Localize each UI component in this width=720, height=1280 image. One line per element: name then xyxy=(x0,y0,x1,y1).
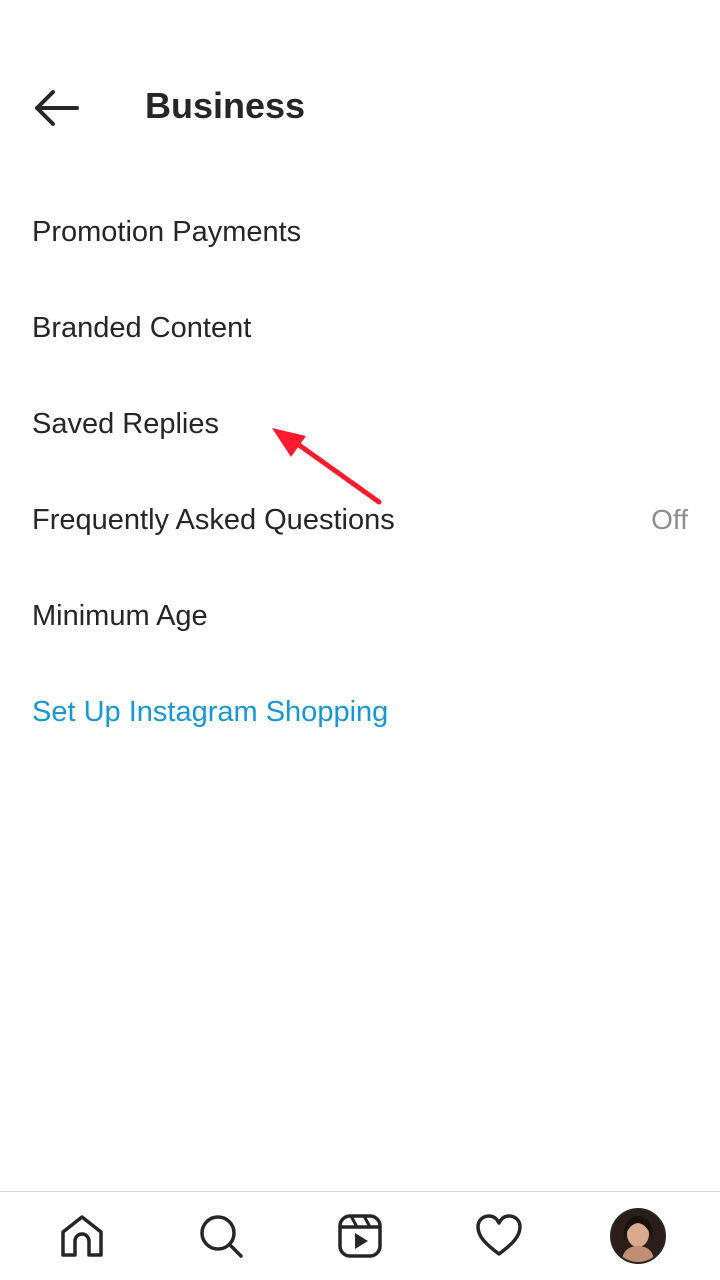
menu-item-promotion-payments[interactable]: Promotion Payments xyxy=(0,184,720,280)
menu-item-minimum-age[interactable]: Minimum Age xyxy=(0,568,720,664)
menu-item-label: Promotion Payments xyxy=(32,215,302,248)
menu-item-frequently-asked-questions[interactable]: Frequently Asked Questions Off xyxy=(0,472,720,568)
nav-activity[interactable] xyxy=(463,1200,535,1272)
nav-profile[interactable] xyxy=(602,1200,674,1272)
menu-item-label: Saved Replies xyxy=(32,407,219,440)
header: Business xyxy=(0,0,720,180)
heart-icon xyxy=(476,1214,522,1256)
nav-home[interactable] xyxy=(46,1200,118,1272)
avatar xyxy=(610,1208,667,1264)
reels-icon xyxy=(338,1214,382,1258)
nav-search[interactable] xyxy=(185,1200,257,1272)
link-label: Set Up Instagram Shopping xyxy=(32,695,389,728)
bottom-nav xyxy=(0,1191,720,1280)
page-title: Business xyxy=(145,85,306,126)
business-settings-screen: Business Promotion Payments Branded Cont… xyxy=(0,0,720,1280)
menu-item-label: Minimum Age xyxy=(32,599,208,632)
menu-item-label: Frequently Asked Questions xyxy=(32,503,395,536)
profile-photo xyxy=(612,1210,665,1262)
status-value: Off xyxy=(651,504,688,535)
menu-item-saved-replies[interactable]: Saved Replies xyxy=(0,376,720,472)
home-icon xyxy=(60,1215,103,1257)
back-button[interactable] xyxy=(22,76,90,140)
menu-item-label: Branded Content xyxy=(32,311,252,344)
menu-item-branded-content[interactable]: Branded Content xyxy=(0,280,720,376)
search-icon xyxy=(200,1215,243,1258)
settings-menu: Promotion Payments Branded Content Saved… xyxy=(0,184,720,760)
nav-reels[interactable] xyxy=(324,1200,396,1272)
arrow-left-icon xyxy=(35,90,79,126)
set-up-instagram-shopping-link[interactable]: Set Up Instagram Shopping xyxy=(0,664,720,760)
